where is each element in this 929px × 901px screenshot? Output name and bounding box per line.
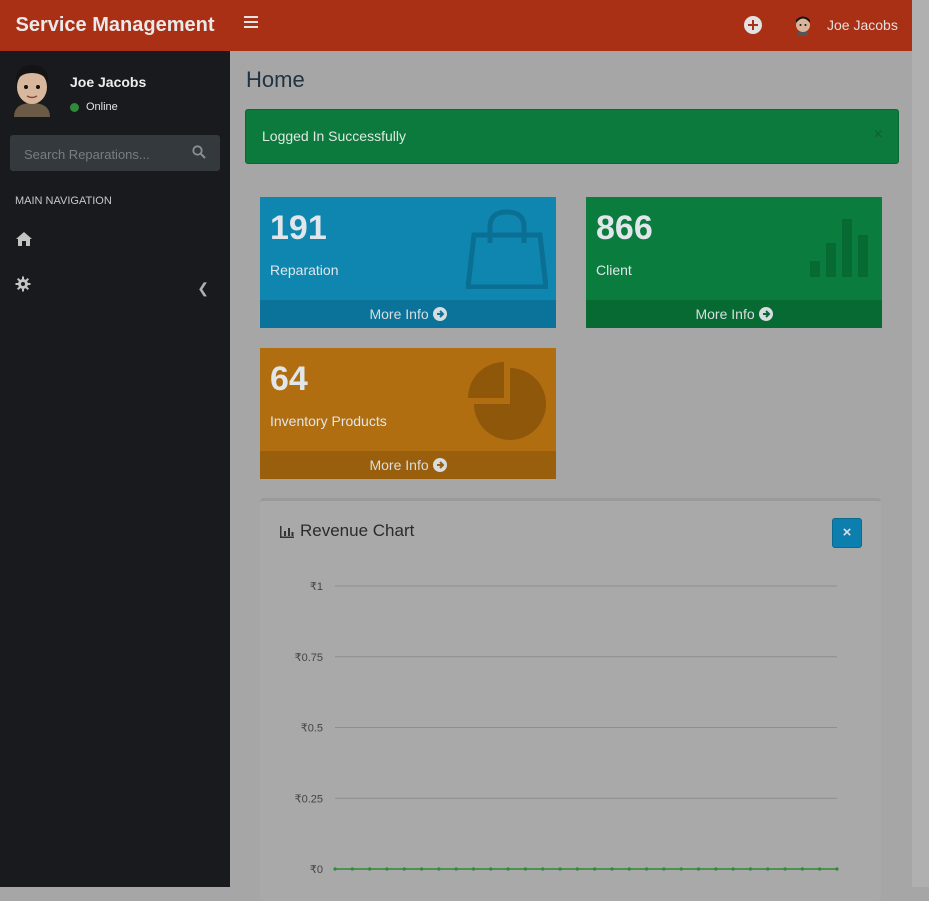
stat-value: 191 (270, 209, 327, 247)
stat-box-client: 866 Client More Info (586, 197, 882, 328)
scrollbar-track[interactable] (912, 0, 929, 887)
avatar (14, 65, 50, 117)
data-point[interactable] (350, 867, 354, 871)
stat-value: 866 (596, 209, 653, 247)
data-point[interactable] (679, 867, 683, 871)
data-point[interactable] (644, 867, 649, 871)
alert-message: Logged In Successfully (262, 128, 406, 144)
brand-logo[interactable]: Service Management (0, 0, 230, 51)
arrow-circle-right-icon (758, 307, 773, 321)
data-point[interactable] (437, 867, 441, 871)
stat-box-reparation: 191 Reparation More Info (260, 197, 556, 328)
data-point[interactable] (575, 867, 579, 871)
y-tick-label: ₹0.25 (295, 793, 323, 805)
stat-label: Reparation (270, 262, 339, 278)
data-point[interactable] (714, 867, 718, 871)
data-point[interactable] (696, 867, 701, 871)
stat-value: 64 (270, 360, 308, 398)
status-badge: Online (70, 101, 118, 113)
more-info-link[interactable]: More Info (260, 300, 556, 328)
data-point[interactable] (818, 867, 822, 871)
revenue-chart-card: Revenue Chart × ₹1 ₹0.75 ₹0.5 ₹0.25 ₹0 (260, 498, 881, 901)
user-menu[interactable]: Joe Jacobs (792, 12, 898, 38)
data-point[interactable] (748, 867, 753, 871)
sidebar-search (10, 135, 220, 173)
sidebar-item-settings[interactable]: ❮ (15, 276, 215, 298)
data-point[interactable] (610, 867, 614, 871)
search-input[interactable] (10, 135, 196, 173)
data-point[interactable] (731, 867, 735, 871)
top-user-name: Joe Jacobs (827, 17, 898, 33)
data-point[interactable] (800, 867, 804, 871)
y-tick-label: ₹0.75 (295, 652, 323, 664)
success-alert: Logged In Successfully × (245, 109, 899, 164)
stat-label: Client (596, 262, 632, 278)
home-icon (16, 232, 32, 246)
pie-chart-icon (468, 362, 546, 440)
shopping-bag-icon (466, 209, 548, 289)
stat-label: Inventory Products (270, 413, 387, 429)
y-tick-label: ₹0.5 (301, 723, 323, 735)
data-point[interactable] (783, 867, 787, 871)
sidebar-user-name: Joe Jacobs (70, 74, 147, 90)
data-point[interactable] (489, 867, 493, 871)
data-point[interactable] (402, 867, 406, 871)
data-point[interactable] (835, 867, 839, 871)
data-point[interactable] (593, 867, 597, 871)
stat-box-inventory: 64 Inventory Products More Info (260, 348, 556, 479)
add-icon[interactable] (744, 16, 762, 34)
data-point[interactable] (523, 867, 528, 871)
bar-chart-icon (810, 219, 868, 277)
top-navbar: Service Management Joe Jacobs (0, 0, 912, 51)
chevron-left-icon[interactable]: ❮ (197, 280, 209, 297)
page-title: Home (246, 67, 305, 92)
more-info-label: More Info (695, 306, 755, 322)
data-point[interactable] (558, 867, 562, 871)
search-icon[interactable] (192, 145, 206, 159)
data-point[interactable] (419, 867, 424, 871)
more-info-link[interactable]: More Info (586, 300, 882, 328)
sidebar-toggle-icon[interactable] (244, 16, 258, 30)
sidebar: Joe Jacobs Online MAIN NAVIGATION ❮ (0, 51, 230, 887)
data-point[interactable] (385, 867, 389, 871)
data-point[interactable] (471, 867, 476, 871)
data-point[interactable] (662, 867, 666, 871)
nav-header: MAIN NAVIGATION (15, 195, 112, 207)
data-point[interactable] (368, 867, 372, 871)
arrow-circle-right-icon (432, 307, 447, 321)
data-point[interactable] (454, 867, 458, 871)
online-dot-icon (70, 102, 79, 112)
data-point[interactable] (333, 867, 337, 871)
data-point[interactable] (541, 867, 545, 871)
y-tick-label: ₹1 (310, 581, 323, 593)
sidebar-item-home[interactable] (15, 231, 215, 253)
more-info-link[interactable]: More Info (260, 451, 556, 479)
data-point[interactable] (627, 867, 631, 871)
more-info-label: More Info (369, 457, 429, 473)
data-point[interactable] (506, 867, 510, 871)
close-icon[interactable]: × (874, 126, 883, 144)
status-text: Online (86, 101, 118, 113)
avatar (796, 16, 810, 36)
data-point[interactable] (766, 867, 770, 871)
y-tick-label: ₹0 (310, 864, 323, 876)
more-info-label: More Info (369, 306, 429, 322)
revenue-line-chart: ₹1 ₹0.75 ₹0.5 ₹0.25 ₹0 (295, 581, 839, 876)
arrow-circle-right-icon (432, 458, 447, 472)
gear-icon (15, 276, 31, 292)
